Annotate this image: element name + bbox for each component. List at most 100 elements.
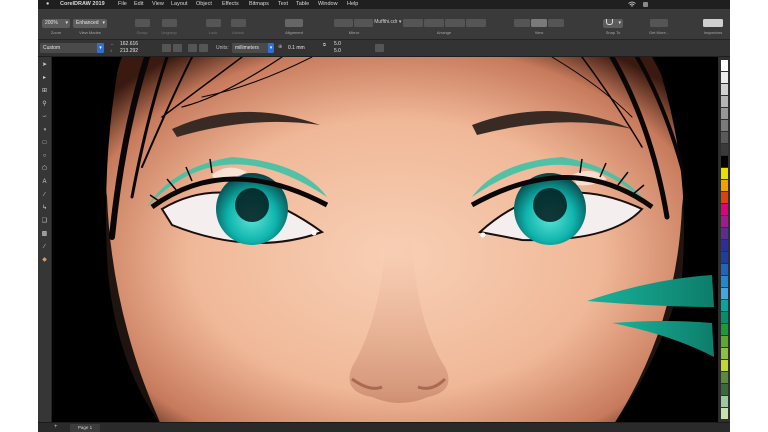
- palette-swatch[interactable]: [721, 288, 728, 299]
- palette-swatch[interactable]: [721, 192, 728, 203]
- zoom-select[interactable]: 200% ▾: [42, 19, 70, 28]
- lock-button[interactable]: [206, 19, 221, 27]
- mirror-vertical-button[interactable]: [354, 19, 373, 27]
- unlock-button[interactable]: [231, 19, 246, 27]
- apple-icon[interactable]: ●: [46, 0, 49, 9]
- palette-swatch[interactable]: [721, 144, 728, 155]
- page-tab[interactable]: Page 1: [70, 424, 100, 432]
- palette-swatch[interactable]: [721, 120, 728, 131]
- palette-swatch[interactable]: [721, 132, 728, 143]
- drawing-canvas[interactable]: [52, 57, 718, 422]
- menu-bitmaps[interactable]: Bitmaps: [249, 0, 269, 9]
- shape-tool-icon[interactable]: ▸: [41, 74, 49, 82]
- palette-swatch[interactable]: [721, 396, 728, 407]
- smart-fill-icon[interactable]: ◑: [41, 126, 49, 134]
- palette-swatch[interactable]: [721, 276, 728, 287]
- palette-swatch[interactable]: [721, 312, 728, 323]
- treat-as-filled-button[interactable]: [375, 44, 384, 52]
- view-enhanced-button[interactable]: [531, 19, 547, 27]
- freehand-tool-icon[interactable]: ∽: [41, 113, 49, 121]
- preset-select[interactable]: Custom ▾: [40, 43, 104, 53]
- view-pixels-button[interactable]: [548, 19, 564, 27]
- inspectors-button[interactable]: [703, 19, 723, 27]
- palette-swatch[interactable]: [721, 240, 728, 251]
- menu-edit[interactable]: Edit: [134, 0, 143, 9]
- duplicate-x-field[interactable]: 5.0: [334, 41, 341, 47]
- nudge-distance-field[interactable]: 0.1 mm: [288, 45, 305, 51]
- palette-swatch[interactable]: [721, 60, 728, 71]
- get-more-button[interactable]: [650, 19, 668, 27]
- menu-object[interactable]: Object: [196, 0, 212, 9]
- rectangle-tool-icon[interactable]: □: [41, 139, 49, 147]
- alignment-button[interactable]: [285, 19, 303, 27]
- main-toolbar: 200% ▾ Zoom Enhanced ▾ View Modes Group …: [38, 9, 730, 40]
- palette-swatch[interactable]: [721, 408, 728, 419]
- palette-swatch[interactable]: [721, 84, 728, 95]
- connector-tool-icon[interactable]: ↳: [41, 204, 49, 212]
- palette-swatch[interactable]: [721, 324, 728, 335]
- add-page-icon[interactable]: +: [54, 424, 58, 430]
- palette-swatch[interactable]: [721, 216, 728, 227]
- palette-swatch[interactable]: [721, 156, 728, 167]
- palette-swatch[interactable]: [721, 228, 728, 239]
- arrange-backward-button[interactable]: [445, 19, 465, 27]
- palette-swatch[interactable]: [721, 372, 728, 383]
- color-eyedropper-icon[interactable]: ∕: [41, 243, 49, 251]
- page-width-field[interactable]: 162.616: [120, 41, 138, 47]
- menu-layout[interactable]: Layout: [171, 0, 188, 9]
- app-menu[interactable]: CorelDRAW 2019: [60, 0, 105, 9]
- menu-view[interactable]: View: [152, 0, 164, 9]
- menu-effects[interactable]: Effects: [222, 0, 239, 9]
- menu-file[interactable]: File: [118, 0, 127, 9]
- palette-swatch[interactable]: [721, 336, 728, 347]
- wifi-icon[interactable]: [628, 1, 636, 8]
- parallel-dimension-icon[interactable]: ∕: [41, 191, 49, 199]
- palette-swatch[interactable]: [721, 264, 728, 275]
- view-wireframe-button[interactable]: [514, 19, 530, 27]
- view-mode-value: Enhanced: [76, 20, 99, 26]
- arrange-to-back-button[interactable]: [466, 19, 486, 27]
- menu-window[interactable]: Window: [318, 0, 338, 9]
- units-select[interactable]: millimeters ▾: [232, 43, 274, 53]
- pick-tool-icon[interactable]: ➤: [41, 61, 49, 69]
- view-mode-select[interactable]: Enhanced ▾: [73, 19, 107, 28]
- palette-swatch[interactable]: [721, 108, 728, 119]
- current-page-button[interactable]: [199, 44, 208, 52]
- interactive-fill-icon[interactable]: ◆: [41, 256, 49, 264]
- page-height-field[interactable]: 213.292: [120, 48, 138, 54]
- group-button[interactable]: [135, 19, 150, 27]
- palette-swatch[interactable]: [721, 300, 728, 311]
- palette-swatch[interactable]: [721, 204, 728, 215]
- coreldraw-window: ● CorelDRAW 2019 File Edit View Layout O…: [38, 0, 730, 432]
- palette-swatch[interactable]: [721, 348, 728, 359]
- text-tool-icon[interactable]: A: [41, 178, 49, 186]
- palette-swatch[interactable]: [721, 96, 728, 107]
- palette-swatch[interactable]: [721, 72, 728, 83]
- crop-tool-icon[interactable]: ⊞: [41, 87, 49, 95]
- chevron-down-icon: ▾: [268, 43, 274, 53]
- menu-text[interactable]: Text: [278, 0, 288, 9]
- palette-swatch[interactable]: [721, 168, 728, 179]
- nudge-icon: ⊕: [278, 44, 283, 50]
- drop-shadow-icon[interactable]: ❑: [41, 217, 49, 225]
- duplicate-y-field[interactable]: 5.0: [334, 48, 341, 54]
- menubar-status-icons[interactable]: [643, 2, 723, 7]
- transparency-tool-icon[interactable]: ▩: [41, 230, 49, 238]
- arrange-to-front-button[interactable]: [403, 19, 423, 27]
- arrange-forward-button[interactable]: [424, 19, 444, 27]
- ellipse-tool-icon[interactable]: ○: [41, 152, 49, 160]
- palette-swatch[interactable]: [721, 360, 728, 371]
- palette-swatch[interactable]: [721, 252, 728, 263]
- polygon-tool-icon[interactable]: ⬠: [41, 165, 49, 173]
- all-pages-button[interactable]: [188, 44, 197, 52]
- zoom-tool-icon[interactable]: ⚲: [41, 100, 49, 108]
- snap-to-select[interactable]: ▾: [603, 19, 623, 28]
- palette-swatch[interactable]: [721, 384, 728, 395]
- mirror-horizontal-button[interactable]: [334, 19, 353, 27]
- ungroup-button[interactable]: [162, 19, 177, 27]
- menu-table[interactable]: Table: [296, 0, 309, 9]
- menu-help[interactable]: Help: [347, 0, 358, 9]
- portrait-button[interactable]: [162, 44, 171, 52]
- landscape-button[interactable]: [173, 44, 182, 52]
- palette-swatch[interactable]: [721, 180, 728, 191]
